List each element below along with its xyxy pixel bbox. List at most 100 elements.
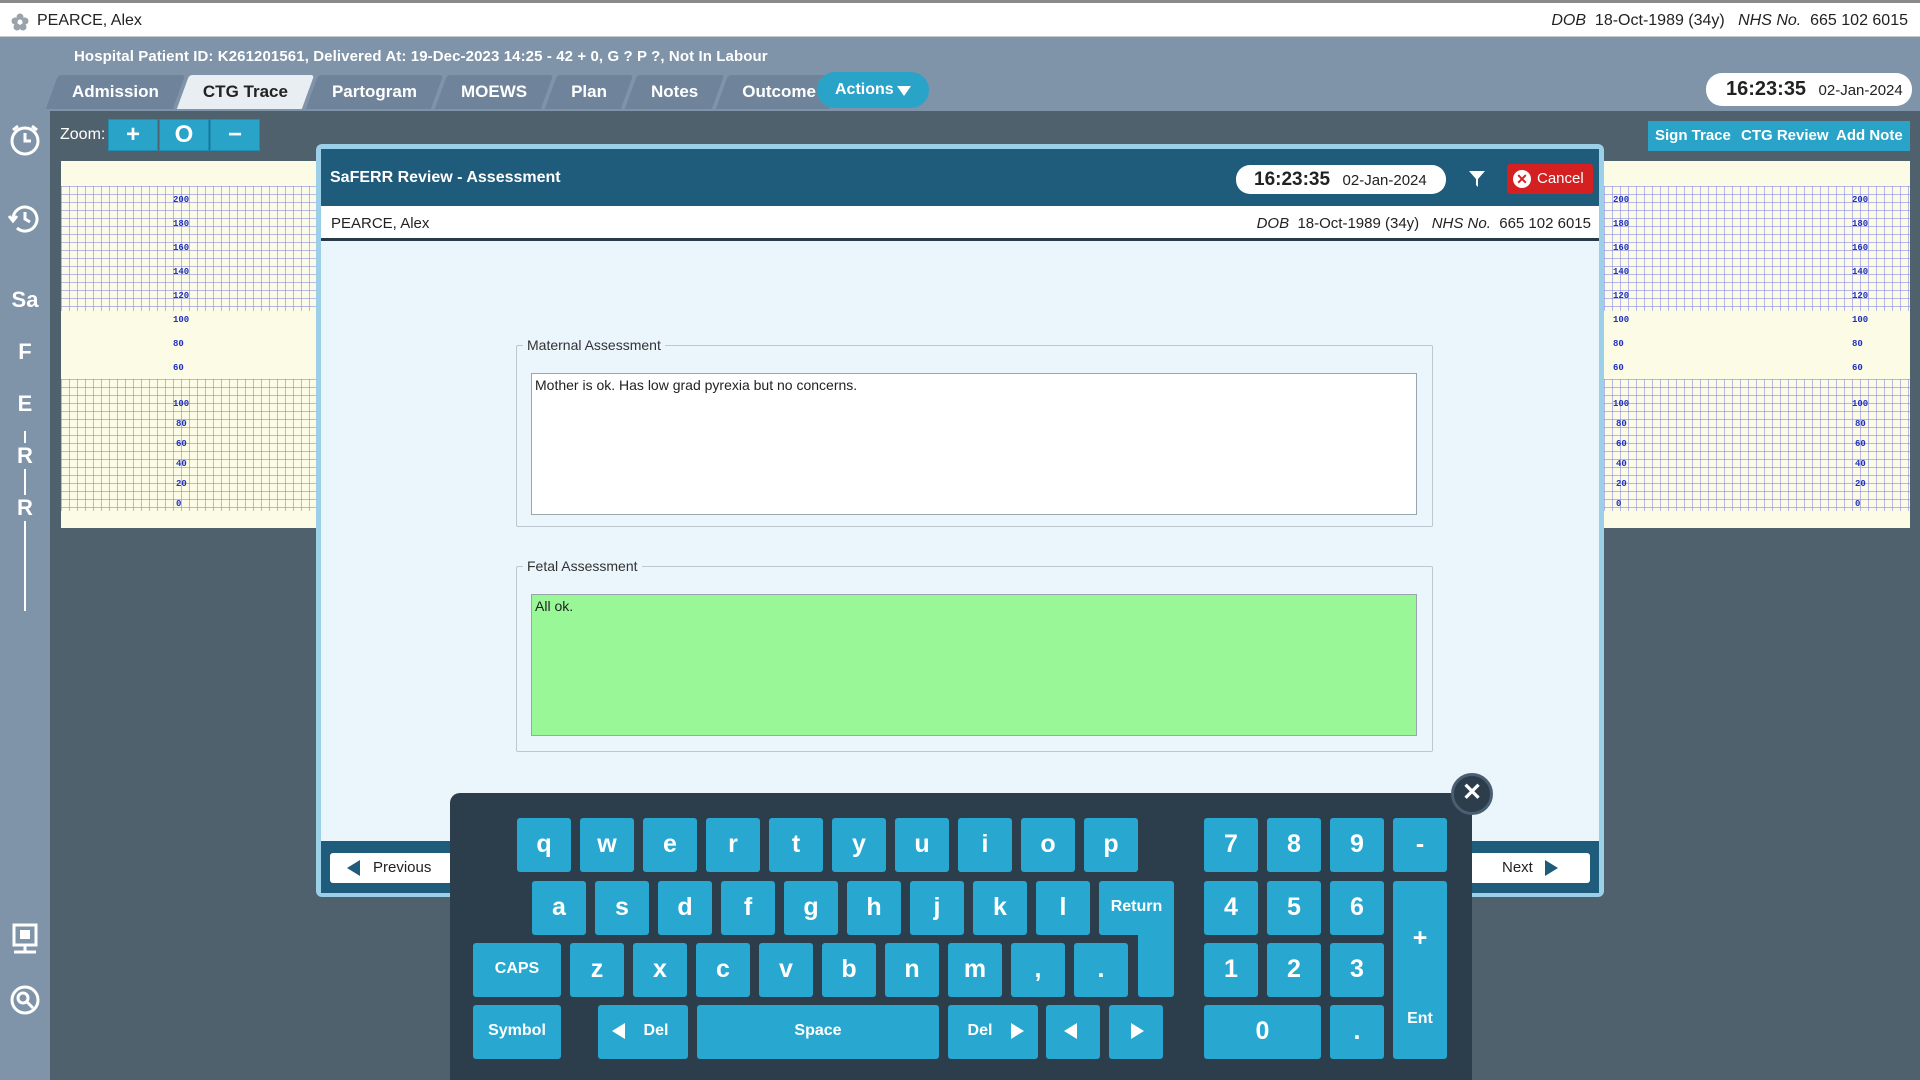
key-3[interactable]: 3 (1330, 943, 1384, 997)
key-2[interactable]: 2 (1267, 943, 1321, 997)
filter-icon[interactable] (1467, 169, 1487, 189)
key-v[interactable]: v (759, 943, 813, 997)
fhr-scale-label: 160 (173, 243, 190, 253)
key-minus[interactable]: - (1393, 818, 1447, 872)
saferr-f[interactable]: F (10, 339, 40, 365)
key-i[interactable]: i (958, 818, 1012, 872)
close-keyboard-icon[interactable]: ✕ (1451, 773, 1493, 815)
key-caps[interactable]: CAPS (473, 943, 561, 997)
key-period[interactable]: . (1074, 943, 1128, 997)
key-enter[interactable]: Ent (1393, 981, 1447, 1059)
tab-admission[interactable]: Admission (52, 75, 179, 109)
monitor-network-icon[interactable] (8, 922, 42, 956)
key-e[interactable]: e (643, 818, 697, 872)
key-1[interactable]: 1 (1204, 943, 1258, 997)
search-icon[interactable] (8, 983, 42, 1017)
arrow-left-icon (1064, 1023, 1077, 1039)
tab-plan[interactable]: Plan (551, 75, 627, 109)
key-return-tail[interactable] (1138, 930, 1174, 997)
key-c[interactable]: c (696, 943, 750, 997)
maternal-assessment-textarea[interactable]: Mother is ok. Has low grad pyrexia but n… (531, 373, 1417, 515)
key-4[interactable]: 4 (1204, 881, 1258, 935)
key-j[interactable]: j (910, 881, 964, 935)
fhr-scale-label: 100 (1613, 315, 1630, 325)
key-symbol[interactable]: Symbol (473, 1005, 561, 1059)
key-9[interactable]: 9 (1330, 818, 1384, 872)
tab-label: Admission (72, 82, 159, 101)
key-x[interactable]: x (633, 943, 687, 997)
dialog-clock[interactable]: 16:23:35 02-Jan-2024 (1236, 165, 1446, 194)
tab-partogram[interactable]: Partogram (312, 75, 437, 109)
cancel-button[interactable]: ✕ Cancel (1507, 164, 1593, 194)
key-u[interactable]: u (895, 818, 949, 872)
toco-scale-label: 40 (1616, 459, 1627, 469)
zoom-reset-button[interactable]: O (159, 119, 209, 151)
fetal-assessment-textarea[interactable]: All ok. (531, 594, 1417, 736)
add-note-button[interactable]: Add Note (1829, 121, 1910, 151)
key-r[interactable]: r (706, 818, 760, 872)
history-clock-icon[interactable] (8, 201, 42, 235)
zoom-out-button[interactable]: − (210, 119, 260, 151)
key-t[interactable]: t (769, 818, 823, 872)
main-tabs: Admission CTG Trace Partogram MOEWS Plan… (52, 75, 840, 111)
key-n[interactable]: n (885, 943, 939, 997)
key-0[interactable]: 0 (1204, 1005, 1321, 1059)
ctg-review-button[interactable]: CTG Review (1734, 121, 1837, 151)
key-g[interactable]: g (784, 881, 838, 935)
cancel-label: Cancel (1537, 170, 1584, 187)
key-o[interactable]: o (1021, 818, 1075, 872)
next-button[interactable]: Next (1470, 853, 1590, 883)
key-q[interactable]: q (517, 818, 571, 872)
key-decimal[interactable]: . (1330, 1005, 1384, 1059)
tab-ctg-trace[interactable]: CTG Trace (183, 75, 308, 109)
key-plus[interactable]: + (1393, 881, 1447, 997)
toco-scale-label: 20 (1616, 479, 1627, 489)
header-band: Hospital Patient ID: K261201561, Deliver… (0, 37, 1920, 111)
fhr-scale-label: 140 (1613, 267, 1630, 277)
key-8[interactable]: 8 (1267, 818, 1321, 872)
key-w[interactable]: w (580, 818, 634, 872)
alarm-clock-icon[interactable] (8, 123, 42, 157)
key-7[interactable]: 7 (1204, 818, 1258, 872)
key-h[interactable]: h (847, 881, 901, 935)
key-s[interactable]: s (595, 881, 649, 935)
key-l[interactable]: l (1036, 881, 1090, 935)
saferr-r1[interactable]: R (10, 443, 40, 469)
fhr-scale-label: 80 (1613, 339, 1624, 349)
fhr-scale-label: 140 (1852, 267, 1869, 277)
tab-notes[interactable]: Notes (631, 75, 718, 109)
saferr-e[interactable]: E (10, 391, 40, 417)
key-5[interactable]: 5 (1267, 881, 1321, 935)
tab-moews[interactable]: MOEWS (441, 75, 547, 109)
key-y[interactable]: y (832, 818, 886, 872)
previous-button[interactable]: Previous (330, 853, 452, 883)
fhr-scale-label: 120 (1852, 291, 1869, 301)
key-a[interactable]: a (532, 881, 586, 935)
key-p[interactable]: p (1084, 818, 1138, 872)
key-m[interactable]: m (948, 943, 1002, 997)
key-space[interactable]: Space (697, 1005, 939, 1059)
saferr-r2[interactable]: R (10, 495, 40, 521)
key-label: Del (967, 1022, 993, 1039)
sign-trace-button[interactable]: Sign Trace (1648, 121, 1739, 151)
zoom-in-button[interactable]: + (108, 119, 158, 151)
fetal-assessment-legend: Fetal Assessment (527, 558, 638, 574)
key-return[interactable]: Return (1099, 881, 1174, 935)
key-comma[interactable]: , (1011, 943, 1065, 997)
key-k[interactable]: k (973, 881, 1027, 935)
key-b[interactable]: b (822, 943, 876, 997)
key-delete-right[interactable]: Del (948, 1005, 1038, 1059)
key-d[interactable]: d (658, 881, 712, 935)
ctg-trace-right[interactable]: 200 180 160 140 120 100 80 60 100 80 60 40 20 0 200 180… (1604, 161, 1910, 528)
saferr-sa[interactable]: Sa (10, 287, 40, 313)
fhr-scale-label: 60 (1613, 363, 1624, 373)
key-cursor-left[interactable] (1046, 1005, 1100, 1059)
ctg-trace-left[interactable]: 200 180 160 140 120 100 80 60 100 80 60 40 20 0 (61, 161, 316, 528)
key-delete-left[interactable]: Del (598, 1005, 688, 1059)
previous-arrow-icon (347, 860, 360, 876)
key-cursor-right[interactable] (1109, 1005, 1163, 1059)
key-z[interactable]: z (570, 943, 624, 997)
key-f[interactable]: f (721, 881, 775, 935)
key-6[interactable]: 6 (1330, 881, 1384, 935)
actions-button[interactable]: Actions (817, 72, 929, 108)
